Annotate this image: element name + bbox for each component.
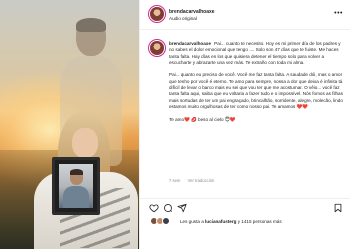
likes-summary[interactable]: Les gusta a lucianafusterg y 1415 person… bbox=[180, 219, 282, 224]
caption-paragraph-2: Pai... quanto eu preciso de você. Você m… bbox=[169, 72, 343, 109]
likes-suffix: y 1415 personas más bbox=[236, 219, 282, 224]
author-avatar[interactable] bbox=[150, 7, 164, 21]
caption-area: brendacarvalhoaxe Pai... cuanto te neces… bbox=[140, 30, 350, 198]
bookmark-icon[interactable] bbox=[333, 203, 343, 213]
heart-icon[interactable] bbox=[149, 203, 159, 213]
audio-label[interactable]: Audio original bbox=[169, 16, 197, 21]
liker-avatar[interactable] bbox=[162, 217, 170, 225]
share-icon[interactable] bbox=[177, 203, 187, 213]
comment-icon[interactable] bbox=[163, 203, 173, 213]
translate-link[interactable]: Ver traducción bbox=[188, 178, 215, 183]
likes-user[interactable]: lucianafusterg bbox=[205, 219, 236, 224]
photo-frame bbox=[52, 157, 100, 215]
caption-meta: 7 sem Ver traducción bbox=[169, 178, 220, 183]
action-bar: Les gusta a lucianafusterg y 1415 person… bbox=[140, 198, 350, 236]
post-time: 7 sem bbox=[169, 178, 181, 183]
post-photo[interactable] bbox=[0, 0, 139, 249]
post-header: brendacarvalhoaxe Audio original ••• bbox=[140, 0, 350, 30]
post-details-panel: brendacarvalhoaxe Audio original ••• bre… bbox=[139, 0, 350, 249]
caption-username[interactable]: brendacarvalhoaxe bbox=[169, 41, 211, 46]
caption-text: brendacarvalhoaxe Pai... cuanto te neces… bbox=[169, 41, 345, 129]
more-horizontal-icon[interactable]: ••• bbox=[334, 10, 343, 17]
likes-prefix: Les gusta a bbox=[180, 219, 206, 224]
caption-closing: Te amo❤️ 💋 beso al cielo 😇❤️ bbox=[169, 116, 236, 122]
author-username[interactable]: brendacarvalhoaxe bbox=[169, 9, 215, 15]
caption-avatar[interactable] bbox=[150, 41, 164, 55]
